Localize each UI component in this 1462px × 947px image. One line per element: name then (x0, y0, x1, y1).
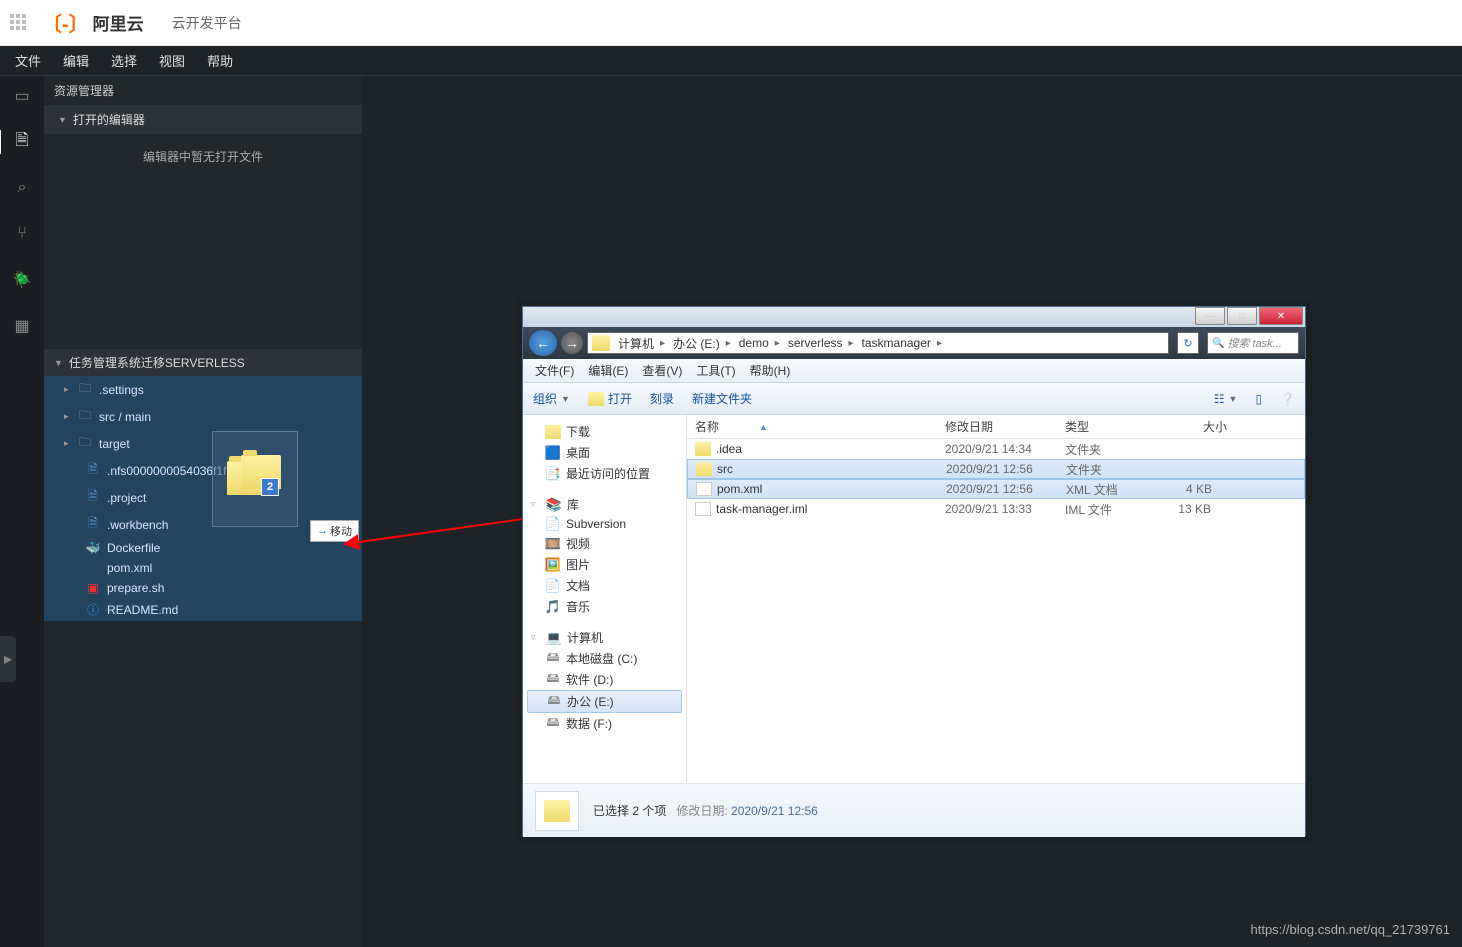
nav-pictures[interactable]: 🖼️图片 (527, 554, 682, 575)
explorer-sidebar: 资源管理器 ▼打开的编辑器 编辑器中暂无打开文件 ▼任务管理系统迁移SERVER… (44, 76, 362, 947)
explorer-toolbar: 组织 ▼ 打开 刻录 新建文件夹 ☷ ▼ ▯ ❔ (523, 383, 1305, 415)
explorer-navbar: ← → 计算机 办公 (E:) demo serverless taskmana… (523, 327, 1305, 359)
explorer-titlebar[interactable]: — □ ✕ (523, 307, 1305, 327)
refresh-button[interactable]: ↻ (1177, 332, 1199, 354)
explorer-statusbar: 已选择 2 个项 修改日期: 2020/9/21 12:56 (523, 783, 1305, 837)
nav-desktop[interactable]: 🟦桌面 (527, 442, 682, 463)
status-date: 2020/9/21 12:56 (731, 804, 818, 818)
exp-menu-edit[interactable]: 编辑(E) (588, 362, 628, 379)
new-folder-button[interactable]: 新建文件夹 (692, 390, 752, 407)
no-open-files-msg: 编辑器中暂无打开文件 (44, 134, 362, 179)
cloud-header: 〔-〕阿里云 云开发平台 (0, 0, 1462, 46)
drag-count-badge: 2 (261, 478, 279, 496)
windows-explorer: — □ ✕ ← → 计算机 办公 (E:) demo serverless ta… (522, 306, 1306, 836)
tree-item[interactable]: pom.xml (44, 558, 362, 578)
file-row[interactable]: src2020/9/21 12:56文件夹 (687, 459, 1305, 479)
maximize-button[interactable]: □ (1227, 307, 1257, 325)
breadcrumb-seg[interactable]: 办公 (E:) (669, 335, 735, 352)
menu-view[interactable]: 视图 (159, 51, 185, 70)
explorer-nav-tree: 下载 🟦桌面 📑最近访问的位置 ▿📚库 📄Subversion 🎞️视频 🖼️图… (523, 415, 687, 783)
preview-pane-button[interactable]: ▯ (1255, 392, 1262, 406)
tree-item[interactable]: 🗎.project (44, 484, 362, 511)
ide-container: 文件 编辑 选择 视图 帮助 ▭ 🗎 ⌕ ⑂ 🪲 ▦ 资源管理器 ▼打开的编辑器… (0, 46, 1462, 947)
menu-select[interactable]: 选择 (111, 51, 137, 70)
exp-menu-tools[interactable]: 工具(T) (696, 362, 735, 379)
nav-drive-d[interactable]: 🖴软件 (D:) (527, 669, 682, 690)
file-list: 名称▲ 修改日期 类型 大小 .idea2020/9/21 14:34文件夹sr… (687, 415, 1305, 783)
open-editors-label: 打开的编辑器 (73, 111, 145, 128)
tree-item[interactable]: ▣prepare.sh (44, 578, 362, 598)
nav-drive-f[interactable]: 🖴数据 (F:) (527, 713, 682, 734)
help-button[interactable]: ❔ (1280, 392, 1295, 406)
activity-bar: ▭ 🗎 ⌕ ⑂ 🪲 ▦ (0, 76, 44, 947)
status-thumb (535, 791, 579, 831)
tree-item[interactable]: ▸🗀.settings (44, 376, 362, 403)
menu-file[interactable]: 文件 (15, 51, 41, 70)
nav-recent[interactable]: 📑最近访问的位置 (527, 463, 682, 484)
open-button[interactable]: 打开 (588, 390, 632, 407)
close-button[interactable]: ✕ (1259, 307, 1303, 325)
brand-text: 阿里云 (93, 10, 144, 35)
collapse-handle[interactable]: ▸ (0, 636, 16, 682)
panel-title: 资源管理器 (44, 76, 362, 105)
view-mode-button[interactable]: ☷ ▼ (1214, 392, 1238, 406)
nav-forward-button[interactable]: → (561, 332, 583, 354)
folder-icon (588, 392, 604, 406)
address-folder-icon (592, 335, 610, 351)
breadcrumb-seg[interactable]: demo (735, 336, 784, 350)
exp-menu-help[interactable]: 帮助(H) (750, 362, 791, 379)
file-row[interactable]: pom.xml2020/9/21 12:56XML 文档4 KB (687, 479, 1305, 499)
files-icon[interactable]: 🗎 (0, 130, 43, 154)
nav-docs[interactable]: 📄文档 (527, 575, 682, 596)
tree-item[interactable]: ▸🗀src / main (44, 403, 362, 430)
platform-label: 云开发平台 (172, 13, 242, 33)
ide-menubar: 文件 编辑 选择 视图 帮助 (0, 46, 1462, 76)
extensions-icon[interactable]: ▦ (10, 314, 34, 338)
organize-button[interactable]: 组织 ▼ (533, 390, 570, 407)
menu-help[interactable]: 帮助 (207, 51, 233, 70)
drag-ghost: 2 移动 (212, 431, 298, 527)
explorer-search[interactable]: 搜索 task... (1207, 332, 1299, 354)
nav-back-button[interactable]: ← (529, 330, 557, 356)
breadcrumb-seg[interactable]: serverless (784, 336, 858, 350)
list-header[interactable]: 名称▲ 修改日期 类型 大小 (687, 415, 1305, 439)
breadcrumb-seg[interactable]: 计算机 (614, 335, 669, 352)
burn-button[interactable]: 刻录 (650, 390, 674, 407)
git-icon[interactable]: ⑂ (10, 222, 34, 246)
tree-item[interactable]: ⓘREADME.md (44, 598, 362, 621)
nav-downloads[interactable]: 下载 (527, 421, 682, 442)
nav-computer[interactable]: ▿💻计算机 (527, 627, 682, 648)
tree-item[interactable]: 🗎.nfs0000000054036f1f00000001 (44, 457, 362, 484)
project-tree: ▼任务管理系统迁移SERVERLESS ▸🗀.settings▸🗀src / m… (44, 349, 362, 621)
tree-item[interactable]: ▸🗀target (44, 430, 362, 457)
project-name-label: 任务管理系统迁移SERVERLESS (69, 354, 245, 371)
file-row[interactable]: task-manager.iml2020/9/21 13:33IML 文件13 … (687, 499, 1305, 519)
minimize-button[interactable]: — (1195, 307, 1225, 325)
nav-drive-e[interactable]: 🖴办公 (E:) (527, 690, 682, 713)
nav-subversion[interactable]: 📄Subversion (527, 515, 682, 533)
nav-video[interactable]: 🎞️视频 (527, 533, 682, 554)
terminal-icon[interactable]: ▭ (10, 84, 34, 108)
menu-edit[interactable]: 编辑 (63, 51, 89, 70)
debug-icon[interactable]: 🪲 (10, 268, 34, 292)
exp-menu-view[interactable]: 查看(V) (642, 362, 682, 379)
aliyun-logo[interactable]: 〔-〕阿里云 (42, 8, 144, 37)
search-icon[interactable]: ⌕ (10, 176, 34, 200)
breadcrumb-seg[interactable]: taskmanager (858, 336, 946, 350)
watermark: https://blog.csdn.net/qq_21739761 (1251, 922, 1451, 937)
exp-menu-file[interactable]: 文件(F) (535, 362, 574, 379)
nav-drive-c[interactable]: 🖴本地磁盘 (C:) (527, 648, 682, 669)
apps-grid-icon[interactable] (10, 14, 28, 32)
address-bar[interactable]: 计算机 办公 (E:) demo serverless taskmanager (587, 332, 1169, 354)
selection-count: 已选择 2 个项 (593, 804, 666, 818)
explorer-menu: 文件(F) 编辑(E) 查看(V) 工具(T) 帮助(H) (523, 359, 1305, 383)
nav-library[interactable]: ▿📚库 (527, 494, 682, 515)
file-row[interactable]: .idea2020/9/21 14:34文件夹 (687, 439, 1305, 459)
open-editors-header[interactable]: ▼打开的编辑器 (44, 105, 362, 134)
project-root[interactable]: ▼任务管理系统迁移SERVERLESS (44, 349, 362, 376)
nav-music[interactable]: 🎵音乐 (527, 596, 682, 617)
